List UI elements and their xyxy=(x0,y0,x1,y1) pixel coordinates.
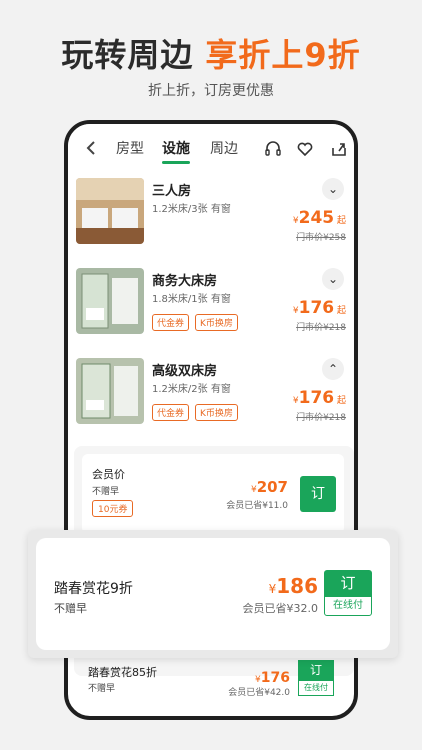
price-value: 245 xyxy=(298,208,335,228)
chevron-down-icon[interactable]: ⌄ xyxy=(322,178,344,200)
featured-plan-card[interactable]: 踏春赏花9折 不赠早 ¥186 会员已省¥32.0 订 在线付 xyxy=(28,530,398,658)
plan-breakfast: 不赠早 xyxy=(54,602,87,615)
room-name: 高级双床房 xyxy=(152,364,218,379)
room-photo xyxy=(76,178,144,244)
book-button[interactable]: 订 xyxy=(300,476,336,512)
tag-voucher: 代金券 xyxy=(152,314,190,331)
plan-coupon: 10元券 xyxy=(92,500,134,517)
tag-kcoin: K币换房 xyxy=(195,314,238,331)
hero-title-accent: 享折上9折 xyxy=(205,36,361,74)
room-price: ¥176 起 xyxy=(293,298,346,318)
tag-voucher: 代金券 xyxy=(152,404,190,421)
plan-name: 踏春赏花9折 xyxy=(54,581,133,597)
price-suffix: 起 xyxy=(336,306,346,316)
book-button[interactable]: 订 xyxy=(324,570,372,596)
rate-plan[interactable]: 会员价 不赠早 10元券 ¥207 会员已省¥11.0 订 xyxy=(82,454,344,534)
price-value: 186 xyxy=(276,574,318,598)
price-value: 176 xyxy=(298,298,335,318)
featured-plan-inner: 踏春赏花9折 不赠早 ¥186 会员已省¥32.0 订 在线付 xyxy=(36,538,390,650)
tab-nearby[interactable]: 周边 xyxy=(210,138,238,158)
original-price: 门市价¥218 xyxy=(296,413,346,423)
headset-icon[interactable] xyxy=(264,140,282,158)
plan-breakfast: 不赠早 xyxy=(92,487,120,497)
room-card[interactable]: 高级双床房 1.2米床/2张 有窗 代金券 K币换房 ⌃ ¥176 起 门市价¥… xyxy=(68,358,354,448)
room-price: ¥176 起 xyxy=(293,388,346,408)
member-savings: 会员已省¥11.0 xyxy=(226,501,288,511)
room-spec: 1.8米床/1张 有窗 xyxy=(152,294,231,305)
plan-price: ¥186 xyxy=(269,574,318,598)
price-suffix: 起 xyxy=(336,216,346,226)
original-price: 门市价¥258 xyxy=(296,233,346,243)
pay-online-label[interactable]: 在线付 xyxy=(324,596,372,616)
plan-name: 踏春赏花85折 xyxy=(88,666,157,679)
member-savings: 会员已省¥32.0 xyxy=(242,602,319,615)
room-price: ¥245 起 xyxy=(293,208,346,228)
chevron-down-icon[interactable]: ⌄ xyxy=(322,268,344,290)
room-photo xyxy=(76,268,144,334)
plan-breakfast: 不赠早 xyxy=(88,684,116,694)
chevron-up-icon[interactable]: ⌃ xyxy=(322,358,344,380)
room-name: 三人房 xyxy=(152,184,192,199)
top-tab-bar: 房型 设施 周边 xyxy=(68,124,354,172)
room-card[interactable]: 三人房 1.2米床/3张 有窗 ⌄ ¥245 起 门市价¥258 xyxy=(68,178,354,268)
plan-name: 会员价 xyxy=(92,468,125,481)
room-tags: 代金券 K币换房 xyxy=(152,404,238,421)
book-button[interactable]: 订 xyxy=(298,660,334,680)
member-savings: 会员已省¥42.0 xyxy=(228,688,290,698)
heart-icon[interactable] xyxy=(296,140,314,158)
hero-title: 玩转周边 享折上9折 xyxy=(0,30,422,76)
hero-title-main: 玩转周边 xyxy=(61,36,194,74)
price-value: 176 xyxy=(260,670,290,686)
tab-facilities[interactable]: 设施 xyxy=(162,138,190,164)
hero-subtitle: 折上折，订房更优惠 xyxy=(148,83,274,99)
room-photo xyxy=(76,358,144,424)
plan-price: ¥207 xyxy=(251,478,288,496)
room-tags: 代金券 K币换房 xyxy=(152,314,238,331)
plan-price: ¥176 xyxy=(255,670,290,686)
price-value: 207 xyxy=(256,478,288,496)
pay-online-label[interactable]: 在线付 xyxy=(298,680,334,696)
room-spec: 1.2米床/3张 有窗 xyxy=(152,204,231,215)
share-icon[interactable] xyxy=(330,140,348,158)
tag-kcoin: K币换房 xyxy=(195,404,238,421)
tab-room-type[interactable]: 房型 xyxy=(116,138,144,158)
original-price: 门市价¥218 xyxy=(296,323,346,333)
room-spec: 1.2米床/2张 有窗 xyxy=(152,384,231,395)
price-value: 176 xyxy=(298,388,335,408)
room-card[interactable]: 商务大床房 1.8米床/1张 有窗 代金券 K币换房 ⌄ ¥176 起 门市价¥… xyxy=(68,268,354,358)
price-suffix: 起 xyxy=(336,396,346,406)
room-name: 商务大床房 xyxy=(152,274,218,289)
back-arrow-icon[interactable] xyxy=(82,138,102,158)
